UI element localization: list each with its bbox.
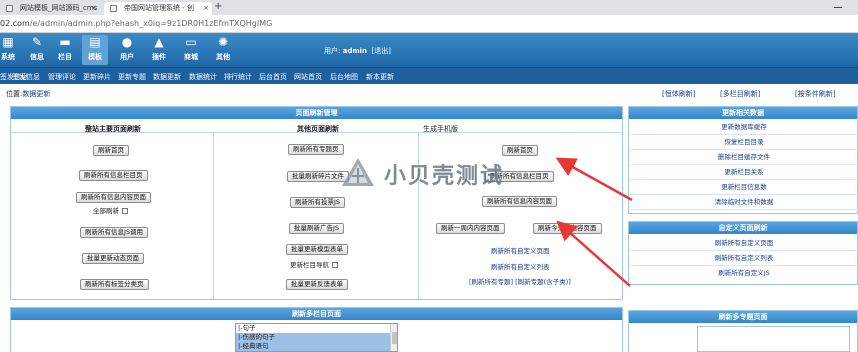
arrow-to-columns (555, 157, 633, 202)
annotation-arrows (555, 157, 633, 287)
arrow-to-content (556, 220, 631, 287)
